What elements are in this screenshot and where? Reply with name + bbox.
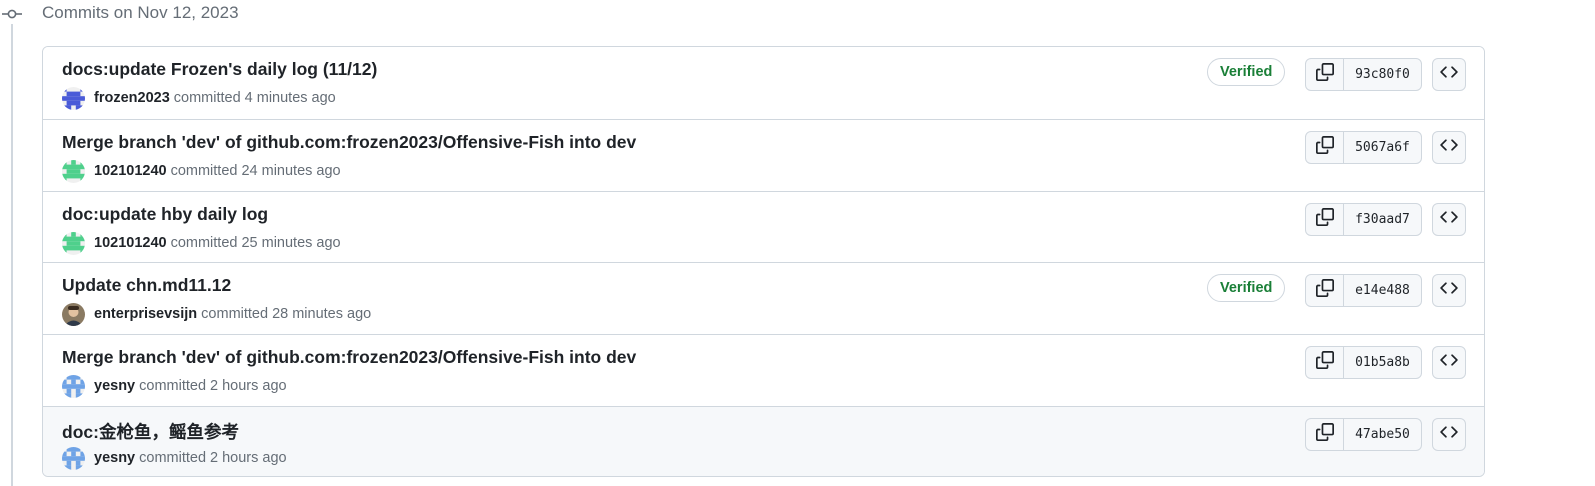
commit-time[interactable]: 2 hours ago	[210, 450, 287, 466]
commit-sha-link[interactable]: 93c80f0	[1344, 59, 1421, 90]
author-link[interactable]: yesny	[94, 450, 135, 466]
commit-title[interactable]: Update chn.md11.12	[62, 275, 231, 296]
commit-sha-link[interactable]: 5067a6f	[1344, 132, 1421, 163]
commit-sha-link[interactable]: e14e488	[1344, 275, 1421, 306]
author-link[interactable]: enterprisevsijn	[94, 306, 197, 322]
copy-sha-button[interactable]	[1306, 419, 1344, 450]
commit-row: Merge branch 'dev' of github.com:frozen2…	[43, 334, 1484, 406]
commit-meta: yesny committed 2 hours ago	[62, 446, 287, 470]
sha-button-group: e14e488	[1305, 274, 1422, 307]
commit-title[interactable]: doc:金枪鱼，鳐鱼参考	[62, 419, 239, 444]
commit-time[interactable]: 24 minutes ago	[241, 163, 340, 179]
commit-title[interactable]: Merge branch 'dev' of github.com:frozen2…	[62, 132, 636, 153]
timeline-line	[11, 24, 13, 486]
copy-icon	[1315, 136, 1334, 159]
copy-sha-button[interactable]	[1306, 275, 1344, 306]
commit-meta: frozen2023 committed 4 minutes ago	[62, 86, 336, 110]
commit-verb: committed	[170, 235, 238, 251]
avatar[interactable]	[62, 302, 85, 326]
browse-repository-button[interactable]	[1432, 274, 1466, 307]
sha-button-group: 5067a6f	[1305, 131, 1422, 164]
code-icon	[1440, 136, 1458, 159]
author-link[interactable]: frozen2023	[94, 90, 170, 106]
commit-group-header: Commits on Nov 12, 2023	[42, 3, 239, 22]
avatar[interactable]	[62, 231, 85, 255]
git-commit-icon	[2, 6, 22, 22]
verified-badge[interactable]: Verified	[1207, 274, 1286, 302]
commit-list: docs:update Frozen's daily log (11/12) f…	[42, 46, 1485, 477]
commit-meta: enterprisevsijn committed 28 minutes ago	[62, 302, 371, 326]
copy-icon	[1315, 63, 1334, 86]
sha-button-group: 93c80f0	[1305, 58, 1422, 91]
commit-meta: 102101240 committed 25 minutes ago	[62, 231, 341, 255]
avatar[interactable]	[62, 446, 85, 470]
verified-badge[interactable]: Verified	[1207, 58, 1286, 86]
commit-title[interactable]: doc:update hby daily log	[62, 204, 268, 225]
commit-row: docs:update Frozen's daily log (11/12) f…	[43, 47, 1484, 119]
code-icon	[1440, 63, 1458, 86]
copy-sha-button[interactable]	[1306, 204, 1344, 235]
avatar[interactable]	[62, 374, 85, 398]
commit-row: Merge branch 'dev' of github.com:frozen2…	[43, 119, 1484, 191]
commit-sha-link[interactable]: f30aad7	[1344, 204, 1421, 235]
commit-time[interactable]: 25 minutes ago	[241, 235, 340, 251]
copy-icon	[1315, 279, 1334, 302]
commit-sha-link[interactable]: 47abe50	[1344, 419, 1421, 450]
commit-meta: 102101240 committed 24 minutes ago	[62, 159, 341, 183]
author-link[interactable]: yesny	[94, 378, 135, 394]
code-icon	[1440, 279, 1458, 302]
commit-title[interactable]: Merge branch 'dev' of github.com:frozen2…	[62, 347, 636, 368]
commit-title[interactable]: docs:update Frozen's daily log (11/12)	[62, 59, 377, 80]
copy-icon	[1315, 423, 1334, 446]
sha-button-group: f30aad7	[1305, 203, 1422, 236]
avatar[interactable]	[62, 159, 85, 183]
commit-sha-link[interactable]: 01b5a8b	[1344, 347, 1421, 378]
code-icon	[1440, 423, 1458, 446]
copy-sha-button[interactable]	[1306, 132, 1344, 163]
author-link[interactable]: 102101240	[94, 235, 167, 251]
commit-time[interactable]: 2 hours ago	[210, 378, 287, 394]
copy-sha-button[interactable]	[1306, 59, 1344, 90]
copy-sha-button[interactable]	[1306, 347, 1344, 378]
browse-repository-button[interactable]	[1432, 58, 1466, 91]
commit-row: doc:金枪鱼，鳐鱼参考 yesny committed 2 hours ago…	[43, 406, 1484, 476]
sha-button-group: 47abe50	[1305, 418, 1422, 451]
browse-repository-button[interactable]	[1432, 131, 1466, 164]
commit-time[interactable]: 4 minutes ago	[245, 90, 336, 106]
copy-icon	[1315, 351, 1334, 374]
author-link[interactable]: 102101240	[94, 163, 167, 179]
commit-row: Update chn.md11.12 enterprisevsijn commi…	[43, 262, 1484, 334]
browse-repository-button[interactable]	[1432, 418, 1466, 451]
copy-icon	[1315, 208, 1334, 231]
commit-time[interactable]: 28 minutes ago	[272, 306, 371, 322]
browse-repository-button[interactable]	[1432, 203, 1466, 236]
commit-meta: yesny committed 2 hours ago	[62, 374, 287, 398]
sha-button-group: 01b5a8b	[1305, 346, 1422, 379]
commit-verb: committed	[201, 306, 269, 322]
code-icon	[1440, 351, 1458, 374]
commit-row: doc:update hby daily log 102101240 commi…	[43, 191, 1484, 263]
commit-verb: committed	[139, 378, 207, 394]
commit-verb: committed	[170, 163, 238, 179]
code-icon	[1440, 208, 1458, 231]
browse-repository-button[interactable]	[1432, 346, 1466, 379]
commit-verb: committed	[173, 90, 241, 106]
commit-verb: committed	[139, 450, 207, 466]
avatar[interactable]	[62, 86, 85, 110]
